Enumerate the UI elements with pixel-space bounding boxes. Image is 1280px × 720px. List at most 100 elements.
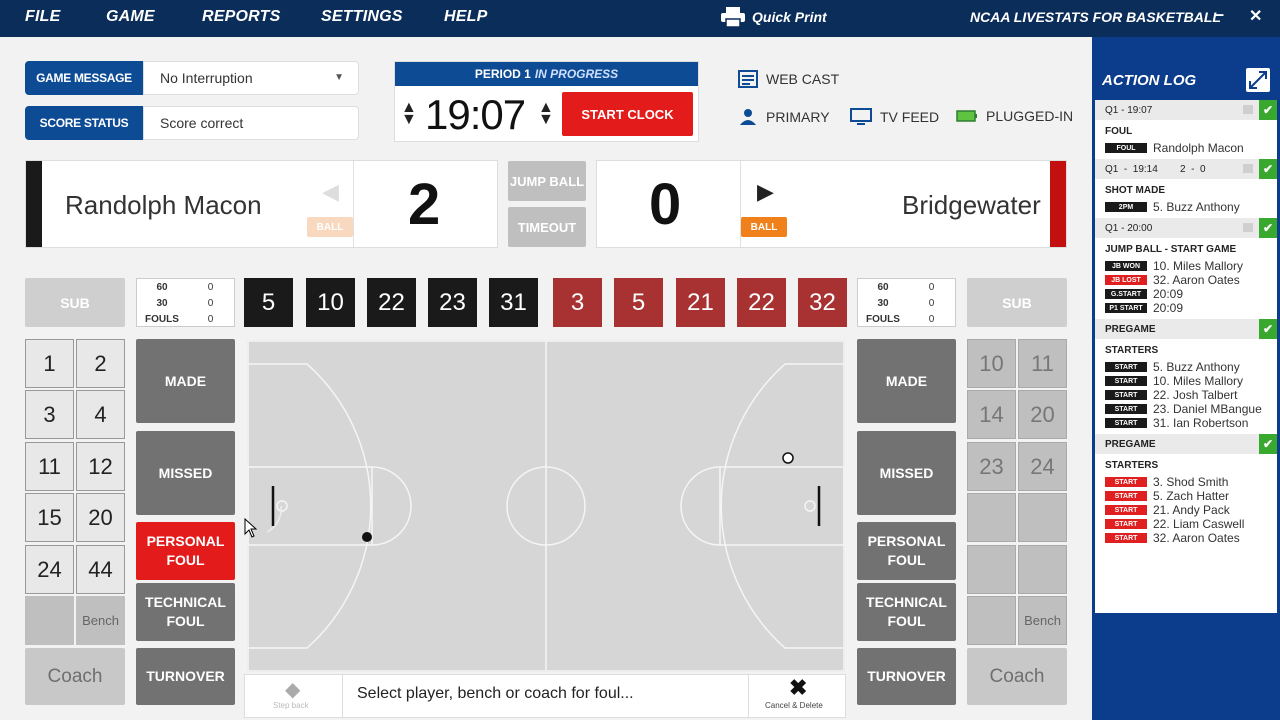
menu-settings[interactable]: SETTINGS — [321, 8, 403, 26]
log-entry-header: Q1 - 19:07 ✔ — [1095, 100, 1277, 120]
away-team-panel: 0 ▶ BALL Bridgewater — [596, 160, 1067, 248]
check-icon[interactable]: ✔ — [1259, 434, 1277, 454]
log-text: 31. Ian Robertson — [1153, 416, 1249, 430]
home-oncourt-player[interactable]: 5 — [244, 278, 293, 327]
away-technical-foul-button[interactable]: TECHNICAL FOUL — [857, 583, 956, 641]
log-tag: 2PM — [1105, 202, 1147, 212]
away-bench-player[interactable]: 11 — [1018, 339, 1067, 388]
away-possession-arrow-icon[interactable]: ▶ — [757, 179, 774, 205]
minimize-button[interactable]: – — [1214, 4, 1224, 25]
away-missed-button[interactable]: MISSED — [857, 431, 956, 515]
home-bench-player[interactable]: 20 — [76, 493, 125, 542]
battery-icon — [956, 110, 977, 122]
second-spinner-icon[interactable]: ▲ ▼ — [538, 100, 554, 128]
start-clock-button[interactable]: START CLOCK — [562, 92, 693, 136]
quick-print-button[interactable]: Quick Print — [720, 6, 827, 28]
home-bench-player[interactable]: 3 — [25, 390, 74, 439]
log-entry[interactable]: Q1 - 19:07 ✔ FOUL FOUL Randolph Macon — [1095, 100, 1277, 159]
log-entry[interactable]: PREGAME ✔ STARTERS START 3. Shod Smith ST… — [1095, 434, 1277, 549]
home-oncourt-player[interactable]: 31 — [489, 278, 538, 327]
home-bench-player[interactable]: 1 — [25, 339, 74, 388]
away-made-button[interactable]: MADE — [857, 339, 956, 423]
away-bench-player[interactable]: 23 — [967, 442, 1016, 491]
home-possession-arrow-icon[interactable]: ◀ — [322, 179, 339, 205]
home-bench-player[interactable]: 11 — [25, 442, 74, 491]
away-sub-button[interactable]: SUB — [967, 278, 1067, 327]
away-oncourt-player[interactable]: 21 — [676, 278, 725, 327]
home-oncourt-player[interactable]: 10 — [306, 278, 355, 327]
check-icon[interactable]: ✔ — [1259, 218, 1277, 238]
home-bench-player[interactable]: 15 — [25, 493, 74, 542]
home-bench-button[interactable]: Bench — [76, 596, 125, 645]
away-personal-foul-button[interactable]: PERSONAL FOUL — [857, 522, 956, 580]
menu-game[interactable]: GAME — [106, 8, 155, 26]
home-made-button[interactable]: MADE — [136, 339, 235, 423]
shot-marker-made[interactable] — [362, 532, 372, 542]
comment-icon[interactable] — [1243, 105, 1253, 114]
away-oncourt-player[interactable]: 5 — [614, 278, 663, 327]
away-bench-player[interactable]: 14 — [967, 390, 1016, 439]
web-cast-icon — [738, 70, 758, 88]
primary-status[interactable]: PRIMARY — [738, 108, 830, 126]
tv-feed-status[interactable]: TV FEED — [850, 108, 939, 126]
primary-label: PRIMARY — [766, 109, 830, 125]
home-sub-button[interactable]: SUB — [25, 278, 125, 327]
expand-button[interactable] — [1246, 68, 1270, 92]
log-line: START 22. Josh Talbert — [1105, 388, 1277, 402]
plugged-in-status[interactable]: PLUGGED-IN — [956, 108, 1073, 124]
check-icon[interactable]: ✔ — [1259, 159, 1277, 179]
comment-icon[interactable] — [1243, 164, 1253, 173]
log-entry[interactable]: PREGAME ✔ STARTERS START 5. Buzz Anthony … — [1095, 319, 1277, 434]
away-score[interactable]: 0 — [649, 171, 681, 238]
comment-icon[interactable] — [1243, 223, 1253, 232]
score-status-field[interactable]: Score correct — [143, 106, 359, 140]
menu-file[interactable]: FILE — [25, 8, 60, 26]
close-button[interactable]: ✕ — [1249, 6, 1262, 26]
away-bench-player[interactable]: 20 — [1018, 390, 1067, 439]
home-bench-player[interactable]: 44 — [76, 545, 125, 594]
home-bench-player[interactable]: 24 — [25, 545, 74, 594]
timeout-button[interactable]: TIMEOUT — [508, 207, 586, 247]
log-line: START 32. Aaron Oates — [1105, 531, 1277, 545]
minute-spinner-icon[interactable]: ▲ ▼ — [401, 100, 417, 128]
home-ball-tag[interactable]: BALL — [307, 217, 353, 237]
away-oncourt-player[interactable]: 3 — [553, 278, 602, 327]
log-entry[interactable]: Q1 - 20:00 ✔ JUMP BALL - START GAME JB W… — [1095, 218, 1277, 319]
home-coach-button[interactable]: Coach — [25, 648, 125, 705]
home-bench-player[interactable]: 2 — [76, 339, 125, 388]
away-bench-button[interactable]: Bench — [1018, 596, 1067, 645]
basketball-court[interactable] — [247, 340, 845, 672]
away-bench-player[interactable]: 24 — [1018, 442, 1067, 491]
cancel-delete-button[interactable]: ✖ Cancel & Delete — [748, 675, 845, 717]
log-entry-header: PREGAME ✔ — [1095, 319, 1277, 339]
game-message-select[interactable]: No Interruption ▼ — [143, 61, 359, 95]
away-ball-tag[interactable]: BALL — [741, 217, 787, 237]
away-stat-fouls: FOULS 0 — [866, 313, 935, 325]
away-oncourt-player[interactable]: 22 — [737, 278, 786, 327]
web-cast-status[interactable]: WEB CAST — [738, 70, 839, 88]
away-turnover-button[interactable]: TURNOVER — [857, 648, 956, 705]
home-bench-player[interactable]: 4 — [76, 390, 125, 439]
menu-reports[interactable]: REPORTS — [202, 8, 280, 26]
away-oncourt-player[interactable]: 32 — [798, 278, 847, 327]
home-score[interactable]: 2 — [408, 171, 440, 238]
away-bench-player[interactable]: 10 — [967, 339, 1016, 388]
check-icon[interactable]: ✔ — [1259, 319, 1277, 339]
menu-help[interactable]: HELP — [444, 8, 487, 26]
check-icon[interactable]: ✔ — [1259, 100, 1277, 120]
away-coach-button[interactable]: Coach — [967, 648, 1067, 705]
log-text: 32. Aaron Oates — [1153, 531, 1240, 545]
home-bench-player[interactable]: 12 — [76, 442, 125, 491]
home-technical-foul-button[interactable]: TECHNICAL FOUL — [136, 583, 235, 641]
home-oncourt-player[interactable]: 23 — [428, 278, 477, 327]
home-personal-foul-button[interactable]: PERSONAL FOUL — [136, 522, 235, 580]
jump-ball-button[interactable]: JUMP BALL — [508, 161, 586, 201]
home-missed-button[interactable]: MISSED — [136, 431, 235, 515]
home-oncourt-player[interactable]: 22 — [367, 278, 416, 327]
step-back-button[interactable]: ◆ Step back — [245, 675, 343, 717]
log-entry[interactable]: Q1 - 19:14 2 - 0 ✔ SHOT MADE 2PM 5. Buzz … — [1095, 159, 1277, 218]
home-turnover-button[interactable]: TURNOVER — [136, 648, 235, 705]
shot-marker-missed[interactable] — [782, 452, 794, 464]
game-clock[interactable]: 19:07 — [425, 91, 526, 139]
log-tag: G.START — [1105, 289, 1147, 299]
